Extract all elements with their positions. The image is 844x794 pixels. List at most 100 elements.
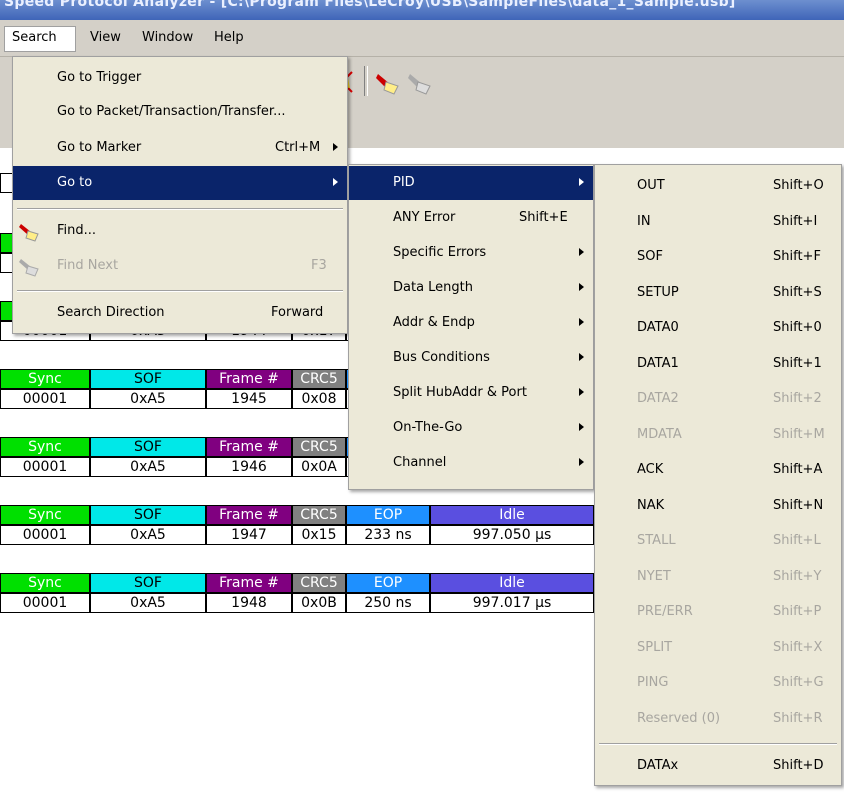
packet-field-header: Idle bbox=[430, 573, 594, 593]
menu-item-pid-out[interactable]: OUT Shift+O bbox=[595, 169, 841, 203]
search-menu: Go to Trigger Go to Packet/Transaction/T… bbox=[12, 56, 348, 334]
packet-field-header: SOF bbox=[90, 369, 206, 389]
menu-item-on-the-go[interactable]: On-The-Go bbox=[349, 411, 593, 445]
menu-item-go-to-trigger[interactable]: Go to Trigger bbox=[13, 61, 347, 95]
menu-item-label: STALL bbox=[637, 533, 676, 548]
menu-item-any-error[interactable]: ANY Error Shift+E bbox=[349, 201, 593, 235]
menu-item-find-next[interactable]: Find Next F3 bbox=[13, 249, 347, 283]
menu-item-pid-sof[interactable]: SOF Shift+F bbox=[595, 240, 841, 274]
packet-field-header: Sync bbox=[0, 505, 90, 525]
menu-item-label: SPLIT bbox=[637, 639, 673, 655]
packet-field-header: Frame # bbox=[206, 369, 292, 389]
menu-item-pid-nak[interactable]: NAK Shift+N bbox=[595, 489, 841, 523]
find-icon[interactable] bbox=[374, 68, 402, 96]
menu-item-pid[interactable]: PID bbox=[349, 166, 593, 200]
packet-field-header: CRC5 bbox=[292, 505, 346, 525]
chevron-right-icon bbox=[579, 318, 584, 326]
menu-item-label: On-The-Go bbox=[393, 420, 463, 435]
menu-item-label: PID bbox=[393, 175, 415, 190]
chevron-right-icon bbox=[579, 283, 584, 291]
chevron-right-icon bbox=[579, 458, 584, 466]
packet-field-value: 997.050 µs bbox=[430, 525, 594, 545]
packet-field-header: EOP bbox=[346, 573, 430, 593]
packet-field-value: 1947 bbox=[206, 525, 292, 545]
find-next-icon bbox=[19, 255, 41, 281]
menu-item-label: OUT bbox=[637, 178, 665, 193]
find-next-icon[interactable] bbox=[406, 68, 434, 96]
menu-item-go-to[interactable]: Go to bbox=[13, 166, 347, 200]
menu-item-label: Addr & Endp bbox=[393, 315, 475, 330]
packet-row[interactable]: Sync 00001 SOF 0xA5 Frame #1948 CRC5 0x0B EOP 25… bbox=[0, 573, 594, 619]
menu-search[interactable]: Search bbox=[4, 26, 76, 52]
menu-item-pid-data0[interactable]: DATA0 Shift+0 bbox=[595, 311, 841, 345]
menu-item-pid-setup[interactable]: SETUP Shift+S bbox=[595, 276, 841, 310]
menu-item-label: Split HubAddr & Port bbox=[393, 385, 527, 400]
menu-bar: Search View Window Help bbox=[0, 20, 844, 57]
packet-field-header: Idle bbox=[430, 505, 594, 525]
chevron-right-icon bbox=[579, 178, 584, 186]
packet-field-header: Sync bbox=[0, 437, 90, 457]
pid-submenu: OUT Shift+O IN Shift+I SOF Shift+F SETUP Shift+… bbox=[594, 164, 842, 786]
menu-item-channel[interactable]: Channel bbox=[349, 446, 593, 480]
menu-item-pid-datax[interactable]: DATAx Shift+D bbox=[595, 749, 841, 783]
packet-field-header: Sync bbox=[0, 369, 90, 389]
menu-item-shortcut: Shift+0 bbox=[773, 320, 822, 335]
menu-item-label: PRE/ERR bbox=[637, 604, 693, 619]
menu-item-pid-nyet[interactable]: NYET Shift+Y bbox=[595, 560, 841, 594]
packet-field-value: 00001 bbox=[0, 389, 90, 409]
menu-separator bbox=[17, 290, 343, 292]
packet-field-value: 0x08 bbox=[292, 389, 346, 409]
packet-field-header: SOF bbox=[90, 573, 206, 593]
menu-item-go-to-packet[interactable]: Go to Packet/Transaction/Transfer... bbox=[13, 95, 347, 129]
menu-separator bbox=[599, 743, 837, 745]
menu-item-split-hubaddr-port[interactable]: Split HubAddr & Port bbox=[349, 376, 593, 410]
chevron-right-icon bbox=[579, 353, 584, 361]
menu-item-pid-ping[interactable]: PING Shift+G bbox=[595, 666, 841, 700]
menu-item-label: Bus Conditions bbox=[393, 350, 490, 365]
menu-item-pid-reserved-0-[interactable]: Reserved (0) Shift+R bbox=[595, 702, 841, 736]
menu-item-shortcut: Shift+R bbox=[773, 710, 823, 726]
menu-item-data-length[interactable]: Data Length bbox=[349, 271, 593, 305]
packet-field-value: 0xA5 bbox=[90, 593, 206, 613]
menu-window[interactable]: Window bbox=[142, 30, 193, 45]
menu-item-shortcut: Shift+E bbox=[519, 210, 568, 225]
menu-item-find[interactable]: Find... bbox=[13, 214, 347, 248]
packet-field-header: Frame # bbox=[206, 505, 292, 525]
menu-item-shortcut: Shift+X bbox=[773, 639, 823, 655]
menu-item-pid-ack[interactable]: ACK Shift+A bbox=[595, 453, 841, 487]
packet-row[interactable]: Sync 00001 SOF 0xA5 Frame #1947 CRC5 0x15 EOP 23… bbox=[0, 505, 594, 551]
menu-item-pid-pre-err[interactable]: PRE/ERR Shift+P bbox=[595, 595, 841, 629]
packet-field-header: CRC5 bbox=[292, 437, 346, 457]
packet-field-header: Sync bbox=[0, 573, 90, 593]
menu-help[interactable]: Help bbox=[214, 30, 244, 45]
menu-item-label: Specific Errors bbox=[393, 245, 487, 260]
menu-item-addr-endp[interactable]: Addr & Endp bbox=[349, 306, 593, 340]
menu-item-shortcut: Shift+1 bbox=[773, 355, 822, 371]
menu-item-bus-conditions[interactable]: Bus Conditions bbox=[349, 341, 593, 375]
packet-field-value: 1946 bbox=[206, 457, 292, 477]
menu-item-label: ANY Error bbox=[393, 210, 456, 225]
menu-item-go-to-marker[interactable]: Go to Marker Ctrl+M bbox=[13, 131, 347, 165]
menu-item-shortcut: Shift+G bbox=[773, 675, 824, 690]
menu-item-label: Channel bbox=[393, 455, 447, 470]
menu-item-pid-in[interactable]: IN Shift+I bbox=[595, 205, 841, 239]
chevron-right-icon bbox=[579, 423, 584, 431]
packet-field-header: SOF bbox=[90, 505, 206, 525]
menu-item-pid-data2[interactable]: DATA2 Shift+2 bbox=[595, 382, 841, 416]
menu-item-label: Reserved (0) bbox=[637, 710, 721, 726]
packet-field-value: 00001 bbox=[0, 593, 90, 613]
menu-item-pid-mdata[interactable]: MDATA Shift+M bbox=[595, 418, 841, 452]
packet-field-header: Frame # bbox=[206, 573, 292, 593]
packet-field-value: 0x15 bbox=[292, 525, 346, 545]
menu-item-search-direction[interactable]: Search Direction Forward bbox=[13, 296, 347, 330]
packet-field-value: 0xA5 bbox=[90, 389, 206, 409]
menu-view[interactable]: View bbox=[90, 30, 121, 45]
packet-field-header: CRC5 bbox=[292, 573, 346, 593]
menu-item-pid-data1[interactable]: DATA1 Shift+1 bbox=[595, 347, 841, 381]
menu-item-label: IN bbox=[637, 213, 651, 229]
packet-field-value: 0x0A bbox=[292, 457, 346, 477]
menu-item-specific-errors[interactable]: Specific Errors bbox=[349, 236, 593, 270]
menu-item-label: DATAx bbox=[637, 758, 679, 773]
menu-item-pid-split[interactable]: SPLIT Shift+X bbox=[595, 631, 841, 665]
menu-item-pid-stall[interactable]: STALL Shift+L bbox=[595, 524, 841, 558]
